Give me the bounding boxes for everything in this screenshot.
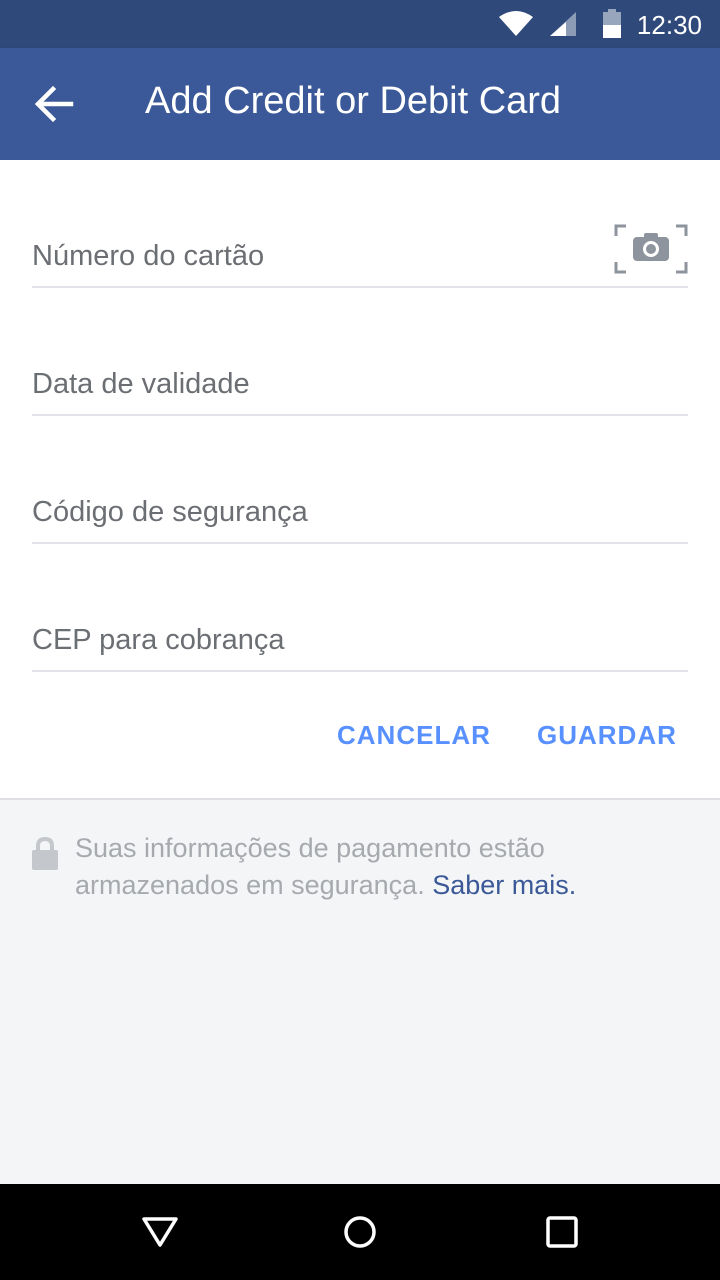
security-note-section: Suas informações de pagamento estão arma… (0, 800, 720, 1184)
card-form (0, 160, 720, 798)
camera-scan-icon[interactable] (614, 224, 688, 274)
recents-square-icon[interactable] (542, 1212, 582, 1252)
learn-more-link[interactable]: Saber mais. (432, 870, 576, 900)
billing-zip-input[interactable] (32, 610, 602, 670)
security-note: Suas informações de pagamento estão arma… (75, 830, 675, 904)
expiry-date-input[interactable] (32, 354, 602, 414)
cancel-button[interactable]: CANCELAR (337, 720, 491, 751)
signal-icon (550, 12, 576, 36)
status-bar: 12:30 (0, 0, 720, 48)
home-circle-icon[interactable] (340, 1212, 380, 1252)
page-title: Add Credit or Debit Card (145, 80, 562, 122)
expiry-date-field (32, 354, 688, 416)
system-nav-bar (0, 1184, 720, 1280)
save-button[interactable]: GUARDAR (537, 720, 677, 751)
wifi-icon (499, 11, 533, 36)
battery-icon (603, 9, 621, 38)
lock-icon (32, 836, 58, 870)
security-code-field (32, 482, 688, 544)
app-bar: Add Credit or Debit Card (0, 48, 720, 160)
form-actions: CANCELAR GUARDAR (0, 720, 720, 760)
billing-zip-field (32, 610, 688, 672)
arrow-left-icon[interactable] (26, 78, 82, 130)
status-time: 12:30 (636, 10, 702, 40)
card-number-field (32, 224, 688, 288)
back-triangle-icon[interactable] (140, 1212, 180, 1252)
security-code-input[interactable] (32, 482, 602, 542)
card-number-input[interactable] (32, 226, 602, 286)
